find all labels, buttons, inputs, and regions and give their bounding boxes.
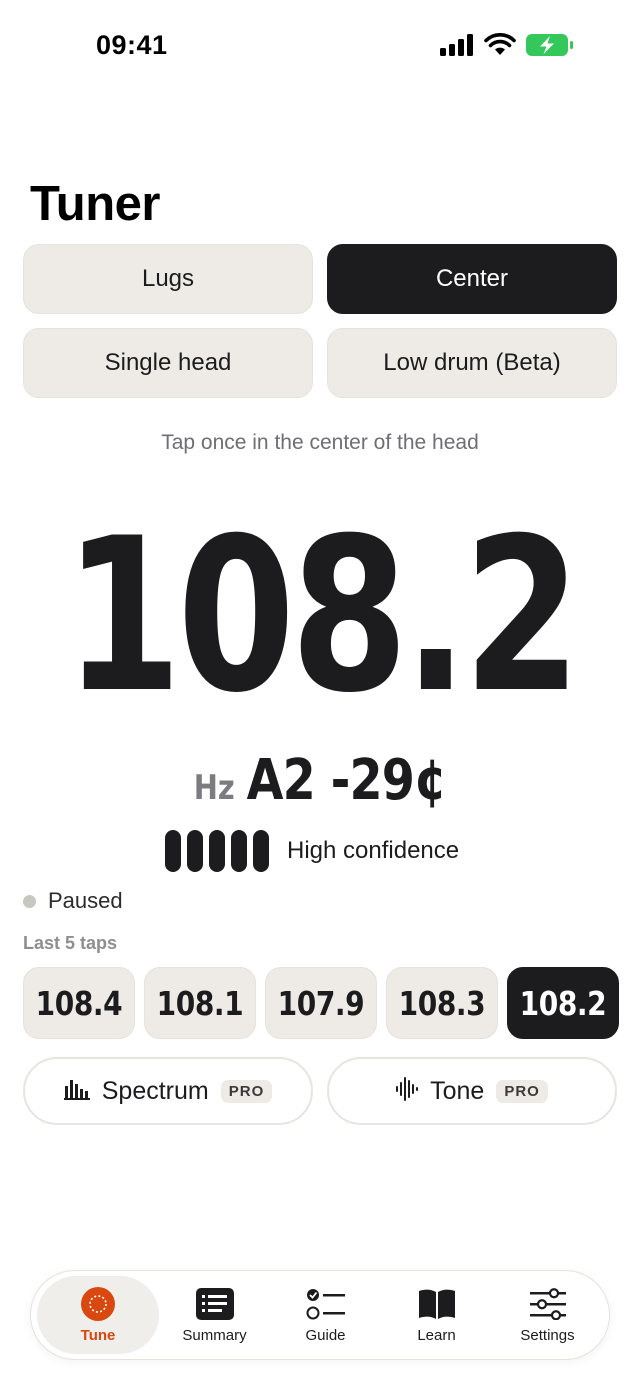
spectrum-icon [63, 1078, 90, 1105]
tuner-icon [81, 1286, 115, 1321]
mode-button-lugs[interactable]: Lugs [23, 244, 313, 314]
status-bar: 09:41 [0, 0, 640, 95]
tap-value: 108.4 [35, 983, 123, 1023]
note-readout: Hz A2 -29¢ [48, 748, 592, 813]
confidence-bar [253, 830, 269, 872]
tab-guide[interactable]: Guide [270, 1276, 381, 1354]
status-icons [440, 33, 574, 62]
mode-button-center[interactable]: Center [327, 244, 617, 314]
tap-chip-selected[interactable]: 108.2 [507, 967, 619, 1039]
tab-label: Learn [417, 1326, 456, 1344]
tap-chip[interactable]: 107.9 [265, 967, 377, 1039]
tab-label: Settings [520, 1326, 575, 1344]
signal-icon [440, 34, 474, 61]
mode-button-single-head[interactable]: Single head [23, 328, 313, 398]
confidence-bar [187, 830, 203, 872]
tab-summary[interactable]: Summary [159, 1276, 270, 1354]
confidence-bar [209, 830, 225, 872]
tap-value: 107.9 [277, 983, 365, 1023]
mode-selector: Lugs Center Single head Low drum (Beta) [23, 244, 617, 398]
spectrum-button[interactable]: Spectrum PRO [23, 1057, 313, 1125]
tab-settings[interactable]: Settings [492, 1276, 603, 1354]
confidence-label: High confidence [287, 837, 460, 864]
confidence-bars [165, 830, 269, 872]
tap-value: 108.2 [519, 983, 607, 1023]
listening-status: Paused [23, 888, 123, 914]
checklist-icon [306, 1287, 346, 1321]
spectrum-label: Spectrum [101, 1076, 209, 1105]
tone-label: Tone [430, 1076, 485, 1105]
status-time: 09:41 [96, 30, 168, 60]
tab-bar: Tune Summary Guide Learn Settings [30, 1270, 610, 1360]
confidence-bar [165, 830, 181, 872]
feature-buttons: Spectrum PRO Tone PRO [23, 1057, 617, 1125]
frequency-readout: 108.2 [64, 492, 581, 739]
tap-chip[interactable]: 108.1 [144, 967, 256, 1039]
tab-label: Guide [305, 1326, 346, 1344]
pro-badge: PRO [496, 1079, 548, 1103]
battery-charging-icon [526, 33, 574, 62]
summary-icon [195, 1287, 234, 1321]
note-cents: A2 -29¢ [246, 748, 448, 813]
book-icon [417, 1287, 457, 1321]
tab-tune[interactable]: Tune [37, 1276, 159, 1354]
waveform-icon [396, 1076, 419, 1107]
tab-label: Summary [182, 1326, 247, 1344]
page-title: Tuner [30, 177, 160, 231]
confidence-indicator: High confidence [165, 830, 459, 872]
pro-badge: PRO [220, 1079, 273, 1103]
tone-button[interactable]: Tone PRO [327, 1057, 617, 1125]
instruction-hint: Tap once in the center of the head [161, 431, 479, 454]
status-label: Paused [48, 888, 123, 913]
tap-chip[interactable]: 108.3 [386, 967, 498, 1039]
tap-value: 108.1 [156, 983, 244, 1023]
tap-chip[interactable]: 108.4 [23, 967, 135, 1039]
tab-label: Tune [80, 1326, 116, 1344]
wifi-icon [484, 33, 516, 62]
taps-heading: Last 5 taps [23, 933, 118, 953]
confidence-bar [231, 830, 247, 872]
frequency-unit: Hz [193, 768, 235, 808]
taps-list: 108.4 108.1 107.9 108.3 108.2 [23, 967, 619, 1039]
mode-button-low-drum[interactable]: Low drum (Beta) [327, 328, 617, 398]
status-dot [23, 894, 36, 908]
sliders-icon [529, 1287, 566, 1321]
tap-value: 108.3 [398, 983, 486, 1023]
tab-learn[interactable]: Learn [381, 1276, 492, 1354]
